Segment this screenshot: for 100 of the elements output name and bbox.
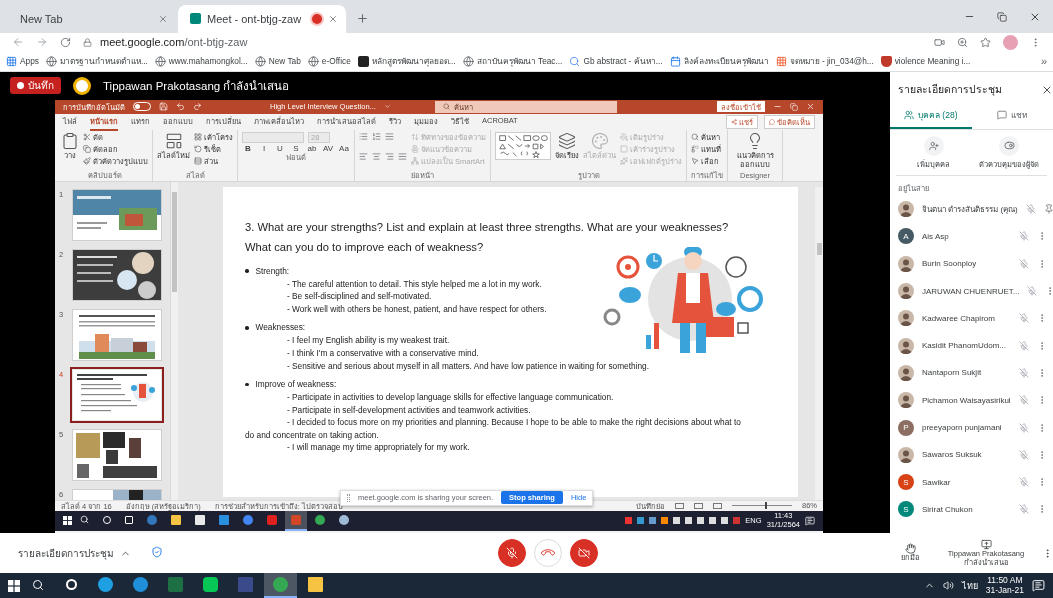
bookmark[interactable]: หลักสูตรพัฒนาศุลยอด... xyxy=(357,54,456,69)
reload-icon[interactable] xyxy=(60,36,71,48)
format-button[interactable]: U xyxy=(274,143,286,153)
globe-icon xyxy=(154,55,166,67)
search-icon xyxy=(569,55,581,67)
align-left-icon xyxy=(359,151,368,161)
bookmark-star-icon[interactable] xyxy=(980,36,991,48)
sorter-view-icon[interactable] xyxy=(694,502,703,509)
format-button[interactable]: Aa xyxy=(338,143,350,153)
camera-icon[interactable] xyxy=(934,36,945,48)
restore-icon[interactable] xyxy=(790,102,798,111)
new-tab-icon[interactable] xyxy=(356,12,369,26)
bookmark[interactable]: มาตรฐานกำหนดตำแห... xyxy=(45,54,148,69)
bookmark[interactable]: Apps xyxy=(6,55,39,67)
restore-icon[interactable] xyxy=(997,11,1007,22)
format-button[interactable]: B xyxy=(242,143,254,153)
reading-view-icon[interactable] xyxy=(713,502,722,509)
notification-icon[interactable] xyxy=(1032,579,1045,593)
normal-view-icon[interactable] xyxy=(675,502,684,509)
replace-icon xyxy=(691,145,699,154)
avatar xyxy=(898,255,914,272)
panel-tab[interactable]: แชท xyxy=(971,103,1053,129)
participant-name: Ais Asp xyxy=(922,231,950,241)
bullet-text: - Work well with others be honest, patient, and have respect for others. xyxy=(286,302,548,316)
slide-thumbnail[interactable] xyxy=(73,309,161,360)
avatar xyxy=(898,310,914,327)
slide-thumbnail[interactable] xyxy=(73,429,161,480)
bookmark[interactable]: จดหมาย - jin_034@h... xyxy=(775,54,874,69)
bullet-text: - Participate in self-development activities and teamwork activities. xyxy=(286,403,532,417)
hang-up-button[interactable] xyxy=(534,539,562,568)
input-language[interactable]: ไทย xyxy=(961,578,978,593)
bullet-text: - Participate in activities to develop language skills for effective language communication. xyxy=(286,391,615,404)
redo-icon[interactable] xyxy=(193,102,202,112)
bookmark[interactable]: สถาบันครุพัฒนา Teac... xyxy=(462,54,563,69)
bullet-text: - I decided to focus more on my priorities and planning. Because I hope to be able to make the right decisions about what to do and concentrate on taking action. xyxy=(245,416,742,442)
taskbar-app[interactable] xyxy=(285,510,307,531)
hand-icon xyxy=(904,543,916,555)
volume-icon[interactable] xyxy=(942,580,954,592)
microphone-button[interactable] xyxy=(498,539,526,568)
bookmark[interactable]: violence Meaning i... xyxy=(880,55,971,67)
app-icon xyxy=(357,55,369,67)
shapes-gallery[interactable] xyxy=(495,131,551,160)
avatar: A xyxy=(898,228,914,245)
bookmark[interactable]: New Tab xyxy=(254,55,301,67)
slide-thumbnail[interactable] xyxy=(73,189,161,240)
align-icon xyxy=(411,145,419,154)
windows-logo-icon[interactable] xyxy=(63,516,72,526)
palette-icon xyxy=(590,131,609,150)
copy-icon xyxy=(83,145,91,154)
align-center-icon xyxy=(372,151,381,161)
close-icon[interactable] xyxy=(806,102,815,112)
scrollbar[interactable] xyxy=(815,186,823,500)
zoom-icon[interactable] xyxy=(957,36,968,48)
browser-tab[interactable]: New Tab xyxy=(8,4,176,33)
format-button[interactable]: AV xyxy=(322,143,334,153)
globe-icon xyxy=(462,55,474,67)
notification-icon[interactable] xyxy=(805,515,815,526)
bullet-text: - Sensitive and serious about myself in all matters. And have low patience in waiting for something. xyxy=(286,359,651,373)
participant-name: JARUWAN CHUENRUET... xyxy=(922,286,1020,296)
avatar: S xyxy=(898,474,914,491)
format-button[interactable]: I xyxy=(258,143,270,153)
diagram-icon xyxy=(411,157,419,166)
close-icon[interactable] xyxy=(328,13,338,24)
bullet-text: - The careful attention to detail. This style helped me a lot in my work. xyxy=(286,277,543,291)
windows-logo-icon[interactable] xyxy=(8,579,20,592)
format-button[interactable]: S xyxy=(290,143,302,153)
paint-bucket-icon xyxy=(620,133,628,142)
drag-handle[interactable] xyxy=(347,493,350,502)
meeting-details-button[interactable]: รายละเอียดการประชุม xyxy=(18,545,114,561)
format-button[interactable]: ab xyxy=(306,143,318,153)
participant-name: Burin Soonploy xyxy=(922,259,978,269)
slide-layout-icon xyxy=(164,131,183,150)
undo-icon[interactable] xyxy=(176,102,185,112)
save-icon[interactable] xyxy=(159,102,168,112)
bookmark[interactable]: www.mahamongkol... xyxy=(154,55,248,67)
layers-icon xyxy=(558,131,576,150)
bookmarks-overflow[interactable]: » xyxy=(1040,55,1047,68)
bookmark[interactable]: e-Office xyxy=(307,55,351,67)
bullets-icon xyxy=(359,131,368,141)
shield-icon[interactable] xyxy=(151,546,163,559)
browser-tab[interactable]: Meet - ont-btjg-zaw xyxy=(178,4,346,33)
chat-icon xyxy=(996,110,1007,121)
record-button[interactable]: บันทึก xyxy=(10,77,61,95)
clock[interactable]: 11:50 AM 31-Jan-21 xyxy=(985,575,1024,596)
scissors-icon xyxy=(83,133,91,142)
bookmark[interactable]: ลิงค์ลงทะเบียนครุพัฒนา xyxy=(669,54,769,69)
camera-button[interactable] xyxy=(570,539,598,568)
globe-icon xyxy=(307,55,319,67)
crest-icon xyxy=(880,55,892,67)
rows-icon xyxy=(194,157,202,166)
panel-tab[interactable]: บุคคล (28) xyxy=(890,103,972,129)
slide-thumbnail[interactable] xyxy=(73,249,161,300)
pin-icon[interactable] xyxy=(1043,204,1053,215)
bookmark[interactable]: Gb abstract - ค้นหา... xyxy=(569,54,663,69)
avatar: P xyxy=(898,419,914,436)
panel-title: รายละเอียดการประชุม xyxy=(898,82,1002,98)
slide-thumbnail[interactable] xyxy=(73,369,161,420)
font-name-field[interactable] xyxy=(242,131,304,143)
search-icon xyxy=(691,133,699,142)
justify-icon xyxy=(398,151,407,161)
